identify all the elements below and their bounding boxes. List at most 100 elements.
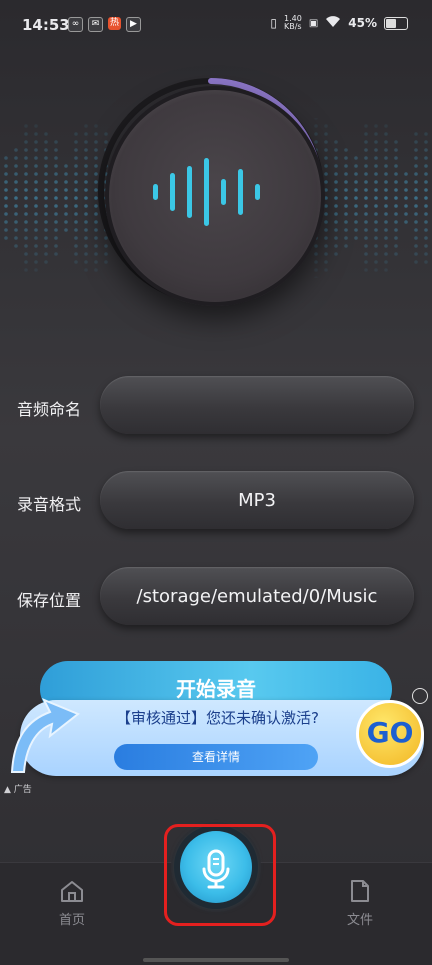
level-bar bbox=[153, 184, 158, 200]
wave-dot bbox=[84, 156, 88, 160]
wave-dot bbox=[404, 188, 408, 192]
wave-dot bbox=[34, 260, 38, 264]
wave-dot bbox=[354, 156, 358, 160]
wave-dot bbox=[344, 148, 348, 152]
wave-dot bbox=[414, 212, 418, 216]
status-right: ▯ 1.40 KB/s ▣ 45% bbox=[270, 15, 408, 31]
wave-dot bbox=[414, 188, 418, 192]
wave-dot bbox=[54, 220, 58, 224]
file-icon bbox=[351, 880, 369, 902]
wave-dot bbox=[334, 204, 338, 208]
wave-dot bbox=[34, 180, 38, 184]
app-badge-icon: 热 bbox=[108, 17, 121, 30]
wave-dot bbox=[64, 204, 68, 208]
wave-dot bbox=[44, 260, 48, 264]
wave-dot bbox=[374, 212, 378, 216]
wave-dot bbox=[14, 164, 18, 168]
format-label: 录音格式 bbox=[17, 495, 82, 514]
wave-dot bbox=[54, 212, 58, 216]
wave-dot bbox=[374, 140, 378, 144]
wave-dot bbox=[24, 148, 28, 152]
wave-dot bbox=[384, 132, 388, 136]
wave-dot bbox=[44, 228, 48, 232]
wave-dot bbox=[354, 164, 358, 168]
wave-dot bbox=[374, 156, 378, 160]
wave-dot bbox=[64, 172, 68, 176]
wave-dot bbox=[364, 220, 368, 224]
ad-go-badge[interactable]: GO bbox=[356, 700, 424, 768]
wave-dot bbox=[384, 220, 388, 224]
wave-dot bbox=[424, 196, 428, 200]
ad-banner[interactable]: 【审核通过】您还未确认激活? 查看详情 GO bbox=[6, 692, 430, 778]
wave-dot bbox=[44, 156, 48, 160]
wave-dot bbox=[64, 164, 68, 168]
wave-dot bbox=[34, 204, 38, 208]
wave-dot bbox=[44, 244, 48, 248]
audio-name-input[interactable] bbox=[100, 376, 414, 434]
wave-dot bbox=[64, 212, 68, 216]
wave-dot bbox=[414, 196, 418, 200]
wave-dot bbox=[414, 140, 418, 144]
wave-dot bbox=[374, 244, 378, 248]
wave-dot bbox=[34, 156, 38, 160]
wave-dot bbox=[364, 252, 368, 256]
wave-dot bbox=[344, 180, 348, 184]
wave-dot bbox=[364, 196, 368, 200]
wave-dot bbox=[14, 172, 18, 176]
nav-home[interactable]: 首页 bbox=[42, 879, 102, 928]
format-select[interactable]: MP3 bbox=[100, 471, 414, 529]
format-row: 录音格式 MP3 bbox=[0, 471, 432, 531]
wave-dot bbox=[384, 236, 388, 240]
wave-dot bbox=[44, 180, 48, 184]
wave-dot bbox=[394, 196, 398, 200]
wave-dot bbox=[44, 236, 48, 240]
wave-dot bbox=[4, 156, 8, 160]
wave-dot bbox=[404, 220, 408, 224]
wave-dot bbox=[64, 180, 68, 184]
wave-dot bbox=[24, 228, 28, 232]
wave-dot bbox=[424, 172, 428, 176]
wave-dot bbox=[4, 220, 8, 224]
nav-files[interactable]: 文件 bbox=[330, 879, 390, 928]
wave-dot bbox=[344, 156, 348, 160]
ad-close-icon[interactable] bbox=[412, 688, 428, 704]
wave-dot bbox=[394, 180, 398, 184]
wave-dot bbox=[64, 220, 68, 224]
wave-dot bbox=[334, 156, 338, 160]
wave-dot bbox=[34, 236, 38, 240]
wave-dot bbox=[24, 204, 28, 208]
wave-dot bbox=[424, 132, 428, 136]
wave-dot bbox=[414, 236, 418, 240]
battery-percent: 45% bbox=[348, 16, 377, 30]
wave-dot bbox=[54, 252, 58, 256]
wave-dot bbox=[374, 204, 378, 208]
wave-dot bbox=[384, 244, 388, 248]
wave-dot bbox=[344, 212, 348, 216]
wifi-icon bbox=[325, 15, 341, 31]
wave-dot bbox=[74, 260, 78, 264]
wave-dot bbox=[364, 228, 368, 232]
wave-dot bbox=[24, 244, 28, 248]
wave-dot bbox=[84, 228, 88, 232]
wave-dot bbox=[4, 188, 8, 192]
wave-dot bbox=[54, 196, 58, 200]
wave-dot bbox=[354, 204, 358, 208]
wave-dot bbox=[354, 236, 358, 240]
wave-dot bbox=[374, 220, 378, 224]
ad-details-button[interactable]: 查看详情 bbox=[114, 744, 318, 770]
vibrate-icon: ▯ bbox=[270, 16, 277, 30]
wave-dot bbox=[14, 204, 18, 208]
home-indicator bbox=[143, 958, 289, 962]
wave-dot bbox=[414, 244, 418, 248]
wave-dot bbox=[364, 204, 368, 208]
wave-dot bbox=[24, 180, 28, 184]
wave-dot bbox=[394, 148, 398, 152]
wave-dot bbox=[54, 204, 58, 208]
location-field[interactable]: /storage/emulated/0/Music bbox=[100, 567, 414, 625]
wave-dot bbox=[44, 164, 48, 168]
wave-dot bbox=[54, 148, 58, 152]
wave-dot bbox=[84, 260, 88, 264]
wave-dot bbox=[364, 140, 368, 144]
wave-dot bbox=[74, 196, 78, 200]
wave-dot bbox=[34, 124, 38, 128]
